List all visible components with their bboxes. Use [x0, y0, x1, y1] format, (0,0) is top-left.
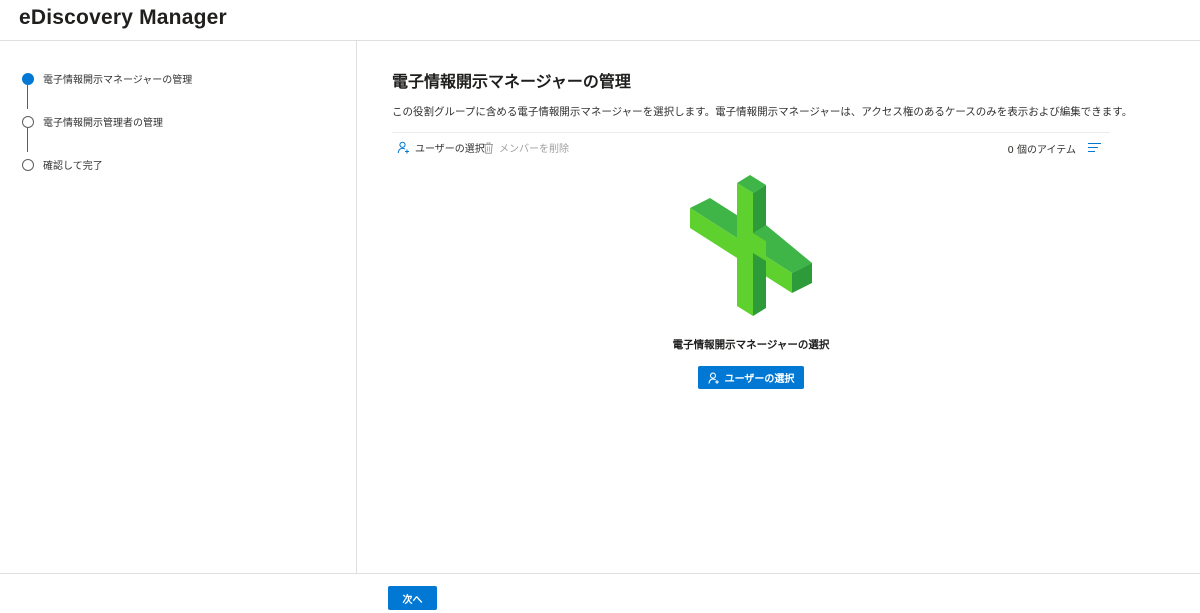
- page-description: この役割グループに含める電子情報開示マネージャーを選択します。電子情報開示マネー…: [392, 106, 1133, 118]
- step-indicator: [22, 115, 34, 128]
- step-indicator-current: [22, 72, 34, 85]
- item-count: 0 個のアイテム: [1007, 145, 1076, 156]
- header: eDiscovery Manager: [0, 0, 1200, 41]
- remove-members-button[interactable]: メンバーを削除: [483, 140, 569, 155]
- step-connector: [27, 128, 28, 152]
- app-title: eDiscovery Manager: [19, 6, 227, 29]
- step-label: 電子情報開示マネージャーの管理: [43, 75, 193, 86]
- person-icon: [708, 372, 719, 384]
- step-manage-managers[interactable]: 電子情報開示マネージャーの管理: [22, 71, 192, 86]
- page-title: 電子情報開示マネージャーの管理: [392, 72, 631, 91]
- step-indicator: [22, 158, 34, 171]
- footer: 次へ: [0, 573, 1200, 613]
- step-label: 確認して完了: [43, 161, 103, 172]
- step-connector: [27, 85, 28, 109]
- select-users-primary-button[interactable]: ユーザーの選択: [698, 366, 804, 389]
- next-button[interactable]: 次へ: [388, 586, 437, 610]
- step-review-finish[interactable]: 確認して完了: [22, 157, 103, 172]
- main-content: 電子情報開示マネージャーの管理 この役割グループに含める電子情報開示マネージャー…: [357, 41, 1200, 573]
- remove-members-label: メンバーを削除: [499, 144, 569, 155]
- wizard-steps: 電子情報開示マネージャーの管理 電子情報開示管理者の管理 確認して完了: [0, 41, 357, 573]
- select-users-label: ユーザーの選択: [415, 144, 485, 155]
- list-menu-icon[interactable]: [1088, 142, 1102, 153]
- step-manage-administrators[interactable]: 電子情報開示管理者の管理: [22, 114, 163, 129]
- select-users-primary-label: ユーザーの選択: [724, 374, 795, 385]
- toolbar: ユーザーの選択 メンバーを削除 0 個のアイテム: [392, 132, 1110, 160]
- add-illustration: [690, 175, 812, 316]
- person-add-icon: [397, 141, 409, 154]
- trash-icon: [484, 142, 493, 154]
- select-users-button[interactable]: ユーザーの選択: [397, 140, 485, 155]
- step-label: 電子情報開示管理者の管理: [43, 118, 163, 129]
- empty-state-title: 電子情報開示マネージャーの選択: [672, 339, 830, 351]
